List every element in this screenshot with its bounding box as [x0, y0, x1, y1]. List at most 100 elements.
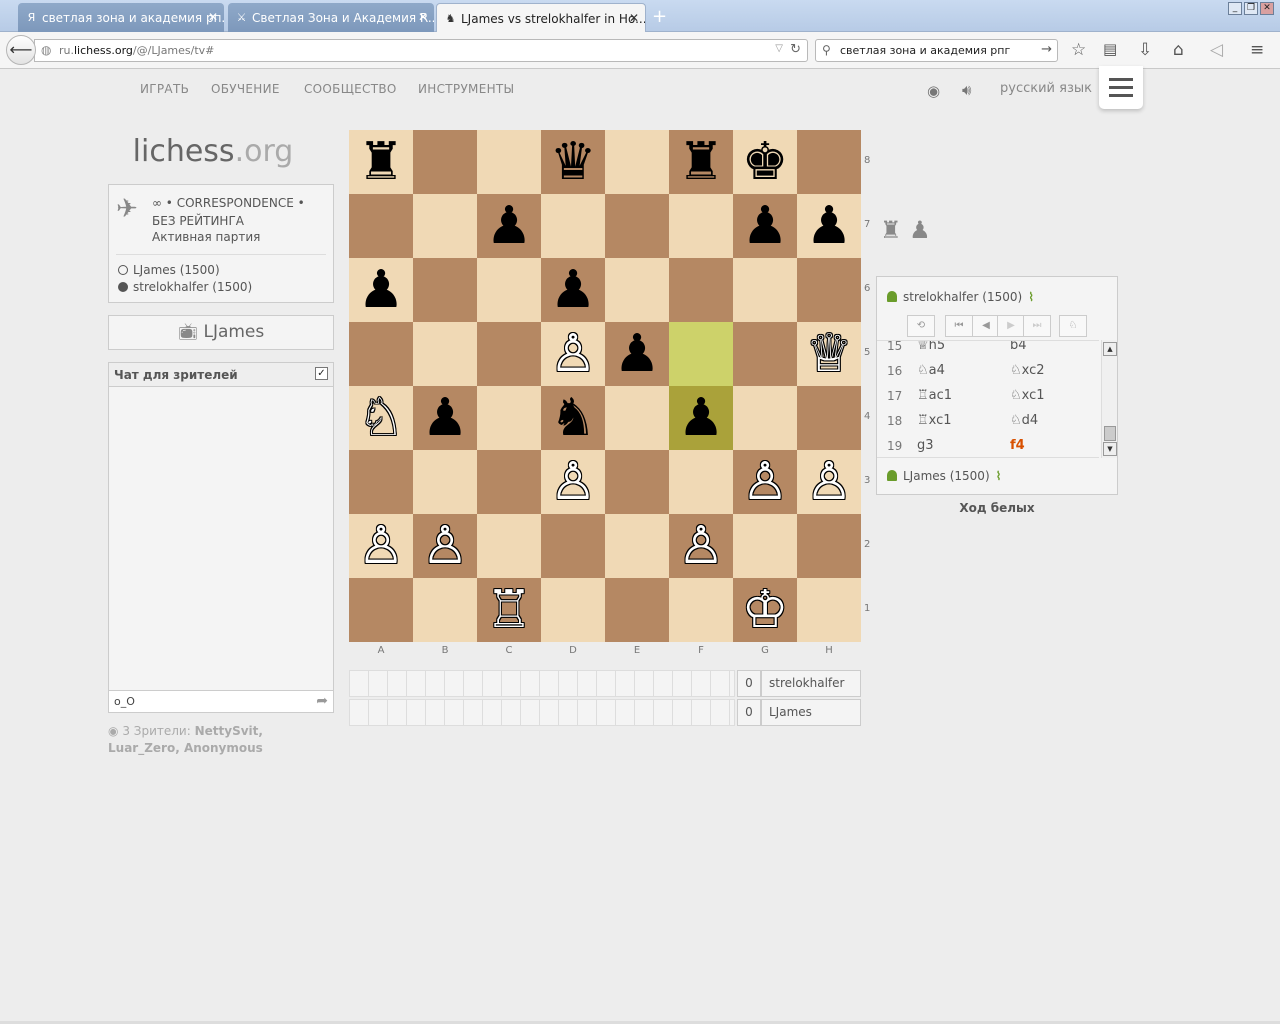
chat-input-value[interactable]: o_O	[114, 695, 135, 708]
piece-h7[interactable]: ♟	[797, 194, 861, 258]
piece-d4[interactable]: ♞	[541, 386, 605, 450]
piece-c1[interactable]: ♖	[477, 578, 541, 642]
square-f5[interactable]	[669, 322, 733, 386]
square-c5[interactable]	[477, 322, 541, 386]
close-icon[interactable]: ✕	[418, 10, 428, 24]
first-move-icon[interactable]: ⏮	[945, 315, 973, 337]
site-logo[interactable]: lichess.org	[108, 134, 318, 169]
nav-play[interactable]: ИГРАТЬ	[140, 82, 189, 96]
back-button[interactable]: ⟵	[6, 35, 36, 65]
square-b3[interactable]	[413, 450, 477, 514]
nav-learn[interactable]: ОБУЧЕНИЕ	[211, 82, 280, 96]
search-go-icon[interactable]: →	[1041, 42, 1052, 57]
new-tab-icon[interactable]: +	[652, 6, 667, 27]
bottom-player[interactable]: LJames (1500) ⌇	[887, 469, 1001, 483]
square-d1[interactable]	[541, 578, 605, 642]
square-g2[interactable]	[733, 514, 797, 578]
piece-g8[interactable]: ♚	[733, 130, 797, 194]
clock-player-name[interactable]: LJames	[761, 699, 861, 726]
square-g6[interactable]	[733, 258, 797, 322]
close-icon[interactable]: ✕	[208, 10, 218, 24]
black-move[interactable]: f4	[1010, 438, 1025, 453]
black-move[interactable]: ♘xc2	[1010, 363, 1045, 378]
reading-list-icon[interactable]: ▤	[1103, 40, 1117, 58]
restore-icon[interactable]: ❐	[1244, 2, 1258, 15]
language-selector[interactable]: русский язык	[1000, 81, 1092, 96]
black-move[interactable]: ♘d4	[1010, 413, 1038, 428]
piece-f2[interactable]: ♙	[669, 514, 733, 578]
piece-g7[interactable]: ♟	[733, 194, 797, 258]
square-h2[interactable]	[797, 514, 861, 578]
piece-b4[interactable]: ♟	[413, 386, 477, 450]
url-bar[interactable]: ◍ ru.lichess.org/@/LJames/tv# ▽ ↻	[34, 39, 808, 62]
scrollbar[interactable]: ▲ ▼	[1101, 340, 1117, 458]
home-icon[interactable]: ⌂	[1173, 40, 1184, 60]
piece-g3[interactable]: ♙	[733, 450, 797, 514]
square-e2[interactable]	[605, 514, 669, 578]
square-g4[interactable]	[733, 386, 797, 450]
download-icon[interactable]: ⇩	[1138, 40, 1152, 60]
chat-toggle-checkbox[interactable]: ✓	[315, 367, 328, 380]
search-input[interactable]: светлая зона и академия рпг	[840, 44, 1010, 57]
square-h6[interactable]	[797, 258, 861, 322]
black-move[interactable]: b4	[1010, 341, 1027, 353]
scroll-up-icon[interactable]: ▲	[1103, 342, 1117, 356]
piece-h3[interactable]: ♙	[797, 450, 861, 514]
send-icon[interactable]: ◁	[1210, 40, 1223, 60]
next-move-icon[interactable]: ▶	[997, 315, 1025, 337]
minimize-icon[interactable]: _	[1228, 2, 1242, 15]
square-b8[interactable]	[413, 130, 477, 194]
square-e6[interactable]	[605, 258, 669, 322]
square-b7[interactable]	[413, 194, 477, 258]
square-a5[interactable]	[349, 322, 413, 386]
rss-icon[interactable]: ⌇	[1028, 290, 1034, 304]
square-f6[interactable]	[669, 258, 733, 322]
nav-community[interactable]: СООБЩЕСТВО	[304, 82, 397, 96]
white-move[interactable]: ♖ac1	[917, 388, 952, 403]
piece-f8[interactable]: ♜	[669, 130, 733, 194]
last-move-icon[interactable]: ⏭	[1023, 315, 1051, 337]
top-player[interactable]: strelokhalfer (1500) ⌇	[887, 290, 1034, 304]
square-a1[interactable]	[349, 578, 413, 642]
square-h1[interactable]	[797, 578, 861, 642]
url-text[interactable]: ru.lichess.org/@/LJames/tv#	[59, 44, 214, 57]
scroll-thumb[interactable]	[1104, 426, 1116, 441]
reload-icon[interactable]: ↻	[790, 42, 801, 57]
hamburger-menu-button[interactable]	[1099, 66, 1143, 109]
piece-d8[interactable]: ♛	[541, 130, 605, 194]
square-d7[interactable]	[541, 194, 605, 258]
square-a7[interactable]	[349, 194, 413, 258]
square-h4[interactable]	[797, 386, 861, 450]
scroll-down-icon[interactable]: ▼	[1103, 442, 1117, 456]
piece-a4[interactable]: ♘	[349, 386, 413, 450]
piece-h5[interactable]: ♕	[797, 322, 861, 386]
square-b1[interactable]	[413, 578, 477, 642]
piece-d3[interactable]: ♙	[541, 450, 605, 514]
square-e4[interactable]	[605, 386, 669, 450]
white-move[interactable]: ♕h5	[917, 341, 945, 353]
square-e8[interactable]	[605, 130, 669, 194]
piece-g1[interactable]: ♔	[733, 578, 797, 642]
square-e1[interactable]	[605, 578, 669, 642]
square-e3[interactable]	[605, 450, 669, 514]
square-b5[interactable]	[413, 322, 477, 386]
square-c2[interactable]	[477, 514, 541, 578]
piece-a8[interactable]: ♜	[349, 130, 413, 194]
white-player-link[interactable]: LJames (1500)	[118, 263, 220, 277]
square-f7[interactable]	[669, 194, 733, 258]
eye-icon[interactable]: ◉	[927, 82, 940, 100]
white-move[interactable]: g3	[917, 438, 934, 453]
piece-b2[interactable]: ♙	[413, 514, 477, 578]
browser-tab-active[interactable]: ♞ LJames vs strelokhalfer in Ho... ✕	[436, 3, 646, 32]
close-icon[interactable]: ✕	[629, 11, 639, 25]
square-c8[interactable]	[477, 130, 541, 194]
square-g5[interactable]	[733, 322, 797, 386]
clock-player-name[interactable]: strelokhalfer	[761, 670, 861, 697]
white-move[interactable]: ♘a4	[917, 363, 945, 378]
square-a3[interactable]	[349, 450, 413, 514]
tv-channel-button[interactable]: 📺︎ LJames	[108, 315, 334, 350]
speaker-icon[interactable]: 🔊︎	[962, 81, 971, 99]
square-h8[interactable]	[797, 130, 861, 194]
piece-d5[interactable]: ♙	[541, 322, 605, 386]
black-move[interactable]: ♘xc1	[1010, 388, 1045, 403]
